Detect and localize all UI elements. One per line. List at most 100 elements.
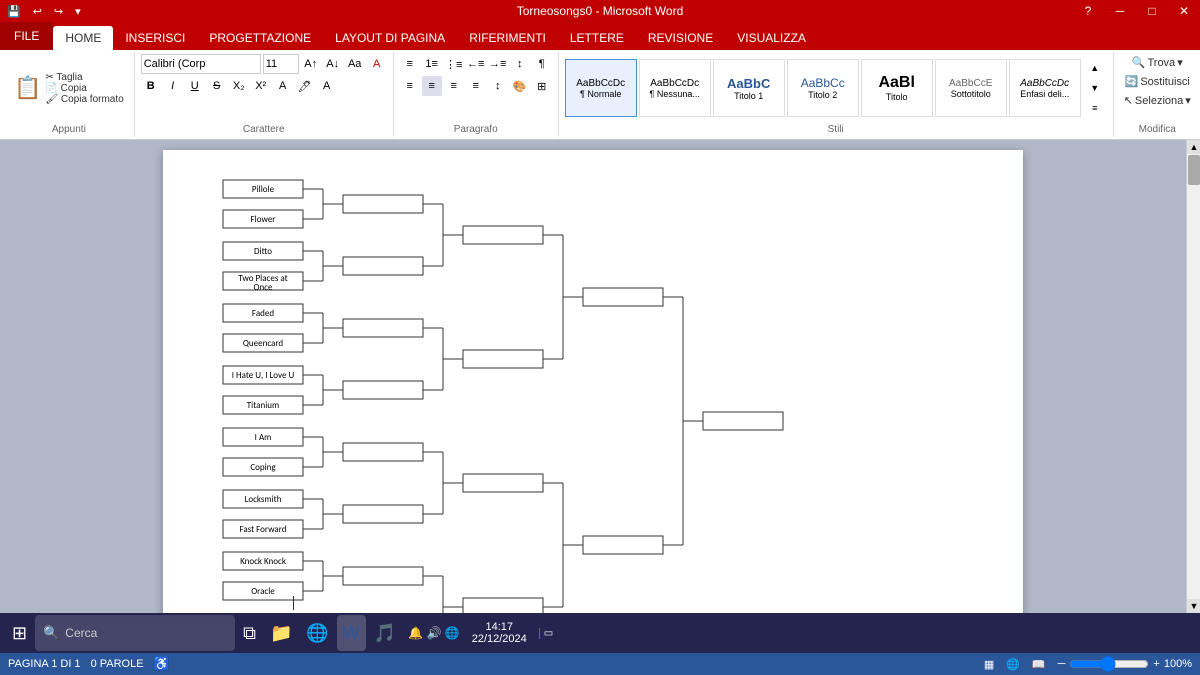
svg-text:Titanium: Titanium (247, 400, 279, 411)
font-size-input[interactable] (263, 54, 299, 74)
view-normal-btn[interactable]: ▦ (984, 658, 994, 671)
strikethrough-btn[interactable]: S (207, 76, 227, 96)
text-color-btn[interactable]: A (273, 76, 293, 96)
line-spacing-btn[interactable]: ↕ (488, 76, 508, 96)
zoom-level: 100% (1164, 658, 1192, 670)
ribbon-tab-bar: FILE HOME INSERISCI PROGETTAZIONE LAYOUT… (0, 22, 1200, 50)
shading-btn[interactable]: A (317, 76, 337, 96)
style-titolo2[interactable]: AaBbCc Titolo 2 (787, 59, 859, 117)
title-bar: 💾 ↩ ↪ ▾ Torneosongs0 - Microsoft Word ? … (0, 0, 1200, 22)
search-text[interactable]: Cerca (65, 626, 97, 640)
font-name-input[interactable] (141, 54, 261, 74)
decrease-indent-btn[interactable]: ←≡ (466, 54, 486, 74)
tab-file[interactable]: FILE (0, 22, 53, 50)
align-left-btn[interactable]: ≡ (400, 76, 420, 96)
svg-text:I Am: I Am (255, 432, 272, 443)
file-explorer-btn[interactable]: 📁 (264, 615, 298, 651)
superscript-btn[interactable]: X² (251, 76, 271, 96)
style-nessuna[interactable]: AaBbCcDc ¶ Nessuna... (639, 59, 711, 117)
trova-btn[interactable]: 🔍Trova▾ (1128, 54, 1187, 71)
view-web-btn[interactable]: 🌐 (1006, 658, 1020, 671)
tab-visualizza[interactable]: VISUALIZZA (725, 26, 818, 50)
justify-btn[interactable]: ≡ (466, 76, 486, 96)
bullets-btn[interactable]: ≡ (400, 54, 420, 74)
r1-slot-9: I Am (223, 428, 303, 446)
redo-qat-btn[interactable]: ↪ (51, 5, 66, 18)
styles-expand-btn[interactable]: ≡ (1085, 98, 1105, 118)
scroll-down-btn[interactable]: ▼ (1187, 599, 1200, 613)
underline-btn[interactable]: U (185, 76, 205, 96)
style-normale-label: ¶ Normale (580, 89, 621, 99)
copia-formato-btn[interactable]: 🖌 Copia formato (45, 94, 123, 105)
style-titolo[interactable]: AaBl Titolo (861, 59, 933, 117)
scroll-up-btn[interactable]: ▲ (1187, 140, 1200, 154)
tab-progettazione[interactable]: PROGETTAZIONE (197, 26, 323, 50)
style-normale[interactable]: AaBbCcDc ¶ Normale (565, 59, 637, 117)
zoom-control[interactable]: ─ + 100% (1058, 656, 1192, 672)
shading-para-btn[interactable]: 🎨 (510, 76, 530, 96)
svg-text:Faded: Faded (252, 308, 274, 319)
change-case-btn[interactable]: Aa (345, 54, 365, 74)
vertical-scrollbar[interactable]: ▲ ▼ (1186, 140, 1200, 613)
close-btn[interactable]: ✕ (1168, 0, 1200, 22)
zoom-out-btn[interactable]: ─ (1058, 658, 1066, 670)
align-center-btn[interactable]: ≡ (422, 76, 442, 96)
style-enfasi[interactable]: AaBbCcDc Enfasi deli... (1009, 59, 1081, 117)
copia-btn[interactable]: 📄 Copia (45, 83, 123, 94)
styles-up-btn[interactable]: ▲ (1085, 58, 1105, 78)
undo-qat-btn[interactable]: ↩ (30, 5, 45, 18)
sort-btn[interactable]: ↕ (510, 54, 530, 74)
italic-btn[interactable]: I (163, 76, 183, 96)
minimize-btn[interactable]: ─ (1104, 0, 1136, 22)
subscript-btn[interactable]: X₂ (229, 76, 249, 96)
accessibility-icon[interactable]: ♿ (154, 656, 170, 672)
style-titolo1[interactable]: AaBbC Titolo 1 (713, 59, 785, 117)
increase-indent-btn[interactable]: →≡ (488, 54, 508, 74)
zoom-in-btn[interactable]: + (1153, 658, 1159, 670)
help-btn[interactable]: ? (1072, 0, 1104, 22)
document-scroll[interactable]: Pillole Flower Ditto Two Places at Once (0, 140, 1186, 613)
show-desktop-btn[interactable]: ▭ (539, 628, 553, 639)
bracket-svg: Pillole Flower Ditto Two Places at Once (213, 170, 973, 613)
font-grow-btn[interactable]: A↑ (301, 54, 321, 74)
search-bar[interactable]: 🔍 Cerca (35, 615, 235, 651)
bold-btn[interactable]: B (141, 76, 161, 96)
tab-revisione[interactable]: REVISIONE (636, 26, 725, 50)
task-view-btn[interactable]: ⧉ (237, 615, 262, 651)
align-right-btn[interactable]: ≡ (444, 76, 464, 96)
zoom-slider[interactable] (1069, 656, 1149, 672)
numbering-btn[interactable]: 1≡ (422, 54, 442, 74)
scroll-thumb[interactable] (1188, 155, 1200, 185)
seleziona-btn[interactable]: ↖Seleziona▾ (1120, 92, 1195, 109)
para-row-2: ≡ ≡ ≡ ≡ ↕ 🎨 ⊞ (400, 76, 552, 96)
highlight-btn[interactable]: 🖊 (295, 76, 315, 96)
style-sottotitolo[interactable]: AaBbCcE Sottotitolo (935, 59, 1007, 117)
tab-lettere[interactable]: LETTERE (558, 26, 636, 50)
word-btn[interactable]: W (337, 615, 366, 651)
tab-layout[interactable]: LAYOUT DI PAGINA (323, 26, 457, 50)
customize-qat-btn[interactable]: ▾ (72, 5, 84, 18)
view-read-btn[interactable]: 📖 (1032, 658, 1046, 671)
multilevel-btn[interactable]: ⋮≡ (444, 54, 464, 74)
save-qat-btn[interactable]: 💾 (4, 5, 24, 18)
spotify-btn[interactable]: 🎵 (368, 615, 402, 651)
clock[interactable]: 14:17 22/12/2024 (464, 621, 535, 645)
document-page[interactable]: Pillole Flower Ditto Two Places at Once (163, 150, 1023, 613)
tab-riferimenti[interactable]: RIFERIMENTI (457, 26, 558, 50)
start-btn[interactable]: ⊞ (6, 615, 33, 651)
styles-down-btn[interactable]: ▼ (1085, 78, 1105, 98)
clear-format-btn[interactable]: A (367, 54, 387, 74)
font-shrink-btn[interactable]: A↓ (323, 54, 343, 74)
search-icon: 🔍 (43, 625, 59, 641)
taskbar-tray: 🔔 🔊 🌐 14:17 22/12/2024 ▭ (404, 621, 557, 645)
borders-btn[interactable]: ⊞ (532, 76, 552, 96)
tab-inserisci[interactable]: INSERISCI (113, 26, 197, 50)
tab-home[interactable]: HOME (53, 26, 113, 50)
taglia-btn[interactable]: ✂ Taglia (45, 72, 123, 83)
sostituisci-btn[interactable]: 🔄Sostituisci (1121, 73, 1194, 90)
paste-btn[interactable]: 📋 ✂ Taglia 📄 Copia 🖌 Copia formato (10, 70, 128, 107)
show-para-btn[interactable]: ¶ (532, 54, 552, 74)
maximize-btn[interactable]: □ (1136, 0, 1168, 22)
chrome-btn[interactable]: 🌐 (300, 615, 334, 651)
font-row-1: A↑ A↓ Aa A (141, 54, 387, 74)
